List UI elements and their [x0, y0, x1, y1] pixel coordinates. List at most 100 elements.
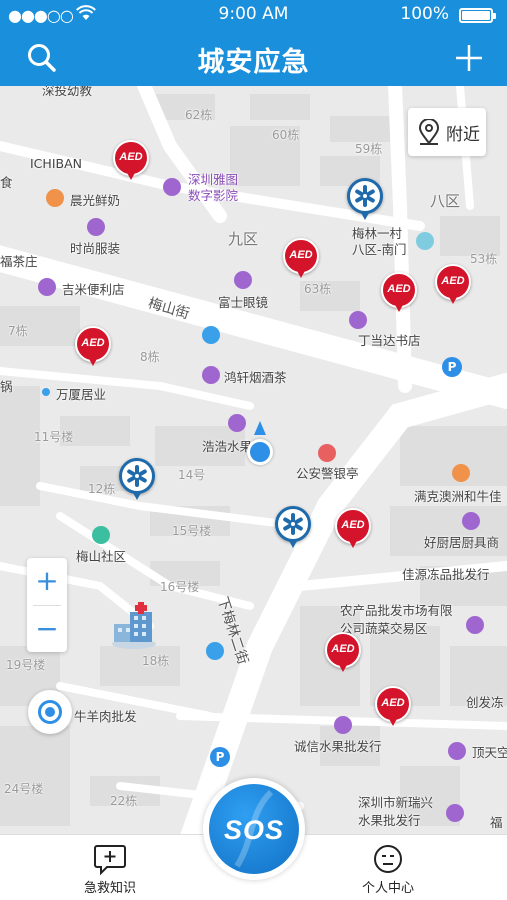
map-label: 鸿轩烟酒茶	[224, 370, 287, 385]
map-label: 丁当达书店	[358, 333, 421, 348]
map-label: 公安警银亭	[296, 466, 359, 481]
aed-marker[interactable]: AED	[434, 264, 472, 306]
map-label: 福	[490, 815, 503, 830]
map-label: 59栋	[355, 142, 383, 156]
map-label: ICHIBAN	[30, 156, 82, 171]
battery-icon	[459, 8, 496, 23]
map-label: 九区	[228, 230, 259, 248]
community-icon	[92, 526, 110, 544]
rescue-station-marker[interactable]	[274, 506, 312, 550]
map-label: 深投幼教	[42, 86, 93, 98]
tab-personal-center[interactable]: 个人中心	[338, 843, 438, 899]
sos-label: SOS	[223, 815, 285, 845]
locate-me-button[interactable]	[28, 690, 72, 734]
police-icon	[318, 444, 336, 462]
map-label: 食	[0, 175, 13, 190]
page-title: 城安应急	[197, 47, 310, 78]
map-label: 63栋	[304, 282, 332, 296]
map-label: 富士眼镜	[218, 295, 269, 310]
battery-percentage: 100%	[400, 4, 449, 24]
map-label: 22栋	[110, 794, 138, 808]
kitchenware-store-icon	[462, 512, 480, 530]
aed-marker[interactable]: AED	[374, 686, 412, 728]
map-label: 八区	[430, 192, 461, 210]
map-label: 60栋	[272, 128, 300, 142]
map-view[interactable]: 深投幼教 62栋 60栋 59栋 ICHIBAN 食 晨光鲜奶 深圳雅图 数字影…	[0, 86, 507, 834]
map-label: 7栋	[8, 324, 28, 338]
chat-plus-icon	[94, 845, 126, 875]
rescue-station-marker[interactable]	[346, 178, 384, 222]
fruit-store-icon	[334, 716, 352, 734]
map-label: 16号楼	[160, 580, 200, 594]
aed-marker[interactable]: AED	[380, 272, 418, 314]
aed-marker[interactable]: AED	[112, 140, 150, 182]
map-label: 时尚服装	[70, 241, 121, 256]
map-label: 顶天空	[472, 745, 507, 760]
shop-icon	[448, 742, 466, 760]
map-label: 深圳雅图 数字影院	[188, 172, 239, 203]
gate-icon	[416, 232, 434, 250]
rescue-station-marker[interactable]	[118, 458, 156, 502]
map-label: 深圳市新瑞兴 水果批发行	[358, 795, 434, 828]
map-label: 11号楼	[34, 430, 74, 444]
tab-first-aid-knowledge[interactable]: 急救知识	[60, 843, 160, 899]
convenience-store-icon	[38, 278, 56, 296]
map-label: 19号楼	[6, 658, 46, 672]
map-label: 福茶庄	[0, 254, 38, 269]
map-label: 14号	[178, 468, 206, 482]
parking-icon: P	[442, 357, 462, 377]
star-of-life-icon	[283, 513, 303, 535]
map-label: 创发冻	[466, 695, 504, 710]
aed-marker[interactable]: AED	[324, 632, 362, 674]
nearby-label: 附近	[446, 125, 480, 145]
heading-arrow-icon	[254, 421, 266, 435]
nearby-button[interactable]: 附近	[408, 108, 486, 156]
map-label: 53栋	[470, 252, 498, 266]
map-label: 吉米便利店	[62, 282, 125, 297]
map-label: 梅林一村 八区-南门	[352, 226, 407, 257]
aed-marker[interactable]: AED	[74, 326, 112, 368]
bus-stop-icon	[202, 326, 220, 344]
map-label: 锅	[0, 379, 13, 394]
shop-icon	[446, 804, 464, 822]
add-icon[interactable]	[453, 42, 485, 74]
sos-button[interactable]: SOS	[203, 778, 305, 880]
hospital-icon[interactable]	[108, 602, 160, 650]
map-label: 18栋	[142, 654, 170, 668]
map-label: 晨光鲜奶	[70, 193, 121, 208]
zoom-control: + −	[27, 558, 67, 652]
fruit-store-icon	[228, 414, 246, 432]
parking-icon: P	[210, 747, 230, 767]
cinema-icon	[163, 178, 181, 196]
clothing-store-icon	[87, 218, 105, 236]
nav-bar: 城安应急	[0, 30, 507, 86]
smiley-face-icon	[374, 845, 402, 873]
map-label: 62栋	[185, 108, 213, 122]
bookstore-icon	[349, 311, 367, 329]
liquor-store-icon	[202, 366, 220, 384]
star-of-life-icon	[355, 185, 375, 207]
tab-label: 急救知识	[83, 881, 136, 896]
map-label: 8栋	[140, 350, 160, 364]
star-of-life-icon	[127, 465, 147, 487]
location-pin-icon	[418, 118, 440, 149]
map-label: 诚信水果批发行	[294, 739, 382, 754]
restaurant-icon	[452, 464, 470, 482]
aed-marker[interactable]: AED	[282, 238, 320, 280]
map-label: 梅山社区	[76, 549, 127, 564]
map-label: 牛羊肉批发	[74, 709, 137, 724]
user-location-marker	[245, 421, 275, 469]
map-label: 12栋	[88, 482, 116, 496]
map-label: 佳源冻品批发行	[402, 567, 490, 582]
map-label: 万厦居业	[56, 387, 107, 402]
residence-icon	[42, 388, 50, 396]
milk-store-icon	[46, 189, 64, 207]
status-bar: ●●●○○ 9:00 AM 100%	[0, 0, 507, 30]
market-icon	[466, 616, 484, 634]
zoom-out-button[interactable]: −	[27, 606, 67, 652]
aed-marker[interactable]: AED	[334, 508, 372, 550]
zoom-in-button[interactable]: +	[27, 558, 67, 604]
bus-stop-icon	[206, 642, 224, 660]
map-label: 24号楼	[4, 782, 44, 796]
map-label: 满克澳洲和牛佳	[414, 489, 502, 504]
